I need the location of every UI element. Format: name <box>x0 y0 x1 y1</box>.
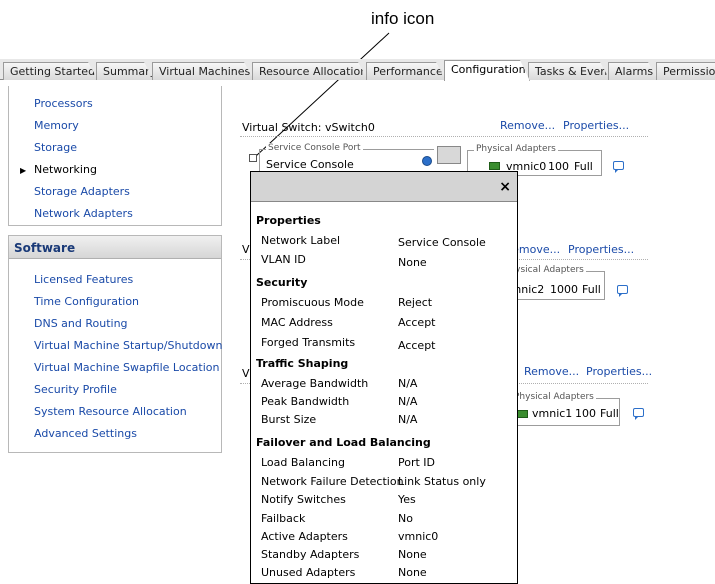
nav-memory[interactable]: Memory <box>34 119 79 132</box>
tab-summary[interactable]: Summary <box>96 62 154 80</box>
vmnic0-duplex: Full <box>574 160 593 173</box>
prop-value: Link Status only <box>398 475 486 488</box>
prop-key: Notify Switches <box>261 493 346 506</box>
vmnic1-nic-icon <box>517 410 528 418</box>
nav-network-adapters[interactable]: Network Adapters <box>34 207 133 220</box>
tab-permissions[interactable]: Permissions <box>656 62 715 80</box>
prop-key: Load Balancing <box>261 456 345 469</box>
nav-storage-adapters[interactable]: Storage Adapters <box>34 185 130 198</box>
prop-value: No <box>398 512 413 525</box>
prop-value: N/A <box>398 395 418 408</box>
prop-key: Active Adapters <box>261 530 348 543</box>
nav-licensed-features[interactable]: Licensed Features <box>34 273 133 286</box>
prop-value: None <box>398 548 427 561</box>
vmnic2-duplex: Full <box>582 283 601 296</box>
prop-key: Failback <box>261 512 306 525</box>
vswitch0-remove-link[interactable]: Remove... <box>500 119 555 132</box>
vmnic2-info-bubble-icon[interactable] <box>617 285 628 297</box>
prop-key: VLAN ID <box>261 253 306 266</box>
vswitch2-remove-link[interactable]: Remove... <box>524 365 579 378</box>
vmnic1-speed: 100 <box>575 407 596 420</box>
tab-performance[interactable]: Performance <box>366 62 446 80</box>
prop-key: Network Label <box>261 234 341 247</box>
tab-virtual-machines[interactable]: Virtual Machines <box>152 62 254 80</box>
vswitch0-properties-link[interactable]: Properties... <box>563 119 629 132</box>
tab-resource-allocation[interactable]: Resource Allocation <box>252 62 368 80</box>
vmnic2-speed: 1000 <box>550 283 578 296</box>
tab-configuration[interactable]: Configuration <box>444 60 530 81</box>
callout-label: info icon <box>371 9 435 28</box>
nav-dns-routing[interactable]: DNS and Routing <box>34 317 128 330</box>
prop-value: Service Console <box>398 236 486 249</box>
vswitch1-properties-link[interactable]: Properties... <box>568 243 634 256</box>
prop-key: Network Failure Detection <box>261 475 404 488</box>
prop-value: Yes <box>398 493 416 506</box>
port-group-name: Service Console <box>266 158 354 171</box>
traffic-shaping-heading: Traffic Shaping <box>256 357 349 370</box>
prop-key: Standby Adapters <box>261 548 360 561</box>
vswitch0-diagram <box>437 146 461 164</box>
port-group-legend: Service Console Port <box>266 143 363 153</box>
vmnic0-info-bubble-icon[interactable] <box>613 161 624 173</box>
vswitch0-adapters-legend: Physical Adapters <box>474 144 558 154</box>
prop-value: Reject <box>398 296 433 309</box>
software-header: Software <box>9 236 221 259</box>
selected-arrow-icon: ▶ <box>20 166 27 175</box>
tab-getting-started[interactable]: Getting Started <box>3 62 98 80</box>
vmnic1-duplex: Full <box>600 407 619 420</box>
vswitch2-title-fragment: V <box>242 367 250 380</box>
prop-value: N/A <box>398 413 418 426</box>
prop-value: Accept <box>398 316 436 329</box>
security-heading: Security <box>256 276 308 289</box>
prop-value: Accept <box>398 339 436 352</box>
tab-alarms[interactable]: Alarms <box>608 62 658 80</box>
nav-time-configuration[interactable]: Time Configuration <box>34 295 139 308</box>
prop-value: Port ID <box>398 456 436 469</box>
tab-tasks-events[interactable]: Tasks & Events <box>528 62 610 80</box>
nav-storage[interactable]: Storage <box>34 141 77 154</box>
vswitch2-properties-link[interactable]: Properties... <box>586 365 652 378</box>
prop-key: Peak Bandwidth <box>261 395 350 408</box>
nav-vm-startup-shutdown[interactable]: Virtual Machine Startup/Shutdown <box>34 339 222 352</box>
prop-value: None <box>398 256 427 269</box>
vswitch0-title: Virtual Switch: vSwitch0 <box>242 121 375 134</box>
prop-key: Forged Transmits <box>261 336 356 349</box>
prop-key: Burst Size <box>261 413 317 426</box>
failover-heading: Failover and Load Balancing <box>256 436 431 449</box>
software-panel: Software Licensed Features Time Configur… <box>8 235 222 453</box>
port-properties-popup: × Properties Network Label Service Conso… <box>250 171 518 584</box>
nav-system-resource-allocation[interactable]: System Resource Allocation <box>34 405 187 418</box>
tab-strip: Getting Started Summary Virtual Machines… <box>0 59 715 80</box>
vswitch2-adapters-legend: Physical Adapters <box>512 392 596 402</box>
vmnic0-nic-icon <box>489 162 500 170</box>
nav-advanced-settings[interactable]: Advanced Settings <box>34 427 137 440</box>
close-icon[interactable]: × <box>499 179 511 195</box>
nav-networking[interactable]: Networking <box>34 163 97 176</box>
vswitch0-divider <box>240 136 648 137</box>
popup-title-bar: × <box>251 172 517 202</box>
nav-vm-swapfile-location[interactable]: Virtual Machine Swapfile Location <box>34 361 219 374</box>
prop-key: Promiscuous Mode <box>261 296 364 309</box>
nav-security-profile[interactable]: Security Profile <box>34 383 117 396</box>
nav-processors[interactable]: Processors <box>34 97 93 110</box>
service-console-port-group: Service Console Port Service Console <box>259 143 434 173</box>
vmnic1-info-bubble-icon[interactable] <box>633 408 644 420</box>
prop-value: N/A <box>398 377 418 390</box>
hardware-panel: Processors Memory Storage ▶ Networking S… <box>8 86 222 226</box>
prop-value: None <box>398 566 427 579</box>
prop-value: vmnic0 <box>398 530 439 543</box>
vmnic1-name: vmnic1 <box>532 407 573 420</box>
prop-key: Unused Adapters <box>261 566 356 579</box>
port-status-icon <box>422 156 432 166</box>
prop-key: MAC Address <box>261 316 333 329</box>
properties-heading: Properties <box>256 214 321 227</box>
vswitch1-title-fragment: V <box>242 243 250 256</box>
vmnic0-speed: 100 <box>548 160 569 173</box>
port-info-icon[interactable] <box>249 154 257 162</box>
prop-key: Average Bandwidth <box>261 377 369 390</box>
